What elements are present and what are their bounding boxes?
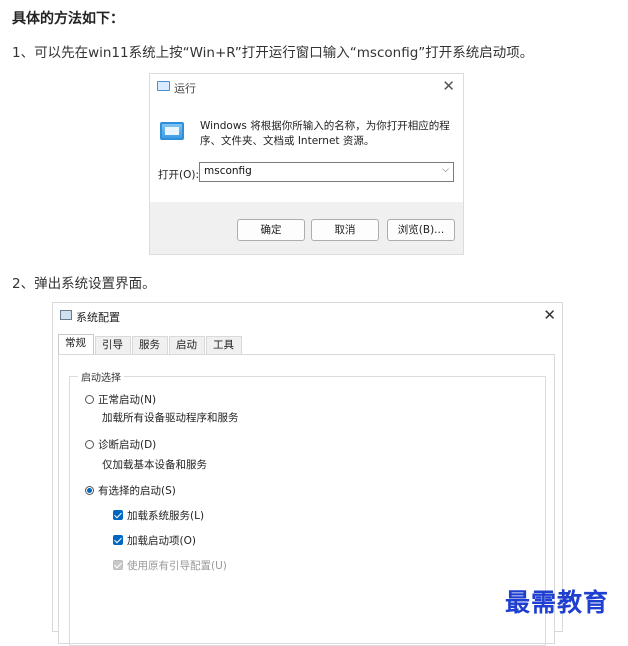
run-title: 运行 [174, 82, 196, 95]
close-icon[interactable]: ✕ [442, 77, 455, 95]
run-body: Windows 将根据你所输入的名称，为你打开相应的程序、文件夹、文档或 Int… [150, 100, 463, 202]
diagnostic-startup-radio[interactable] [85, 440, 94, 449]
step-1-text: 1、可以先在win11系统上按“Win+R”打开运行窗口输入“msconfig”… [12, 45, 534, 61]
diagnostic-startup-desc: 仅加载基本设备和服务 [102, 459, 207, 471]
run-description: Windows 将根据你所输入的名称，为你打开相应的程序、文件夹、文档或 Int… [200, 120, 450, 147]
cancel-button[interactable]: 取消 [311, 219, 379, 241]
watermark-logo: 最需教育 [505, 588, 610, 617]
open-input-value: msconfig [204, 165, 252, 177]
normal-startup-radio[interactable] [85, 395, 94, 404]
tab-boot[interactable]: 引导 [95, 336, 131, 354]
load-startup-items-checkbox[interactable] [113, 535, 123, 545]
load-system-services-checkbox[interactable] [113, 510, 123, 520]
selective-startup-label[interactable]: 有选择的启动(S) [98, 483, 176, 498]
run-dialog: 运行 ✕ Windows 将根据你所输入的名称，为你打开相应的程序、文件夹、文档… [149, 73, 464, 255]
normal-startup-label[interactable]: 正常启动(N) [98, 392, 156, 407]
open-label: 打开(O): [158, 169, 199, 181]
close-icon[interactable]: ✕ [543, 306, 556, 324]
system-config-icon [60, 310, 72, 320]
run-icon [157, 81, 170, 91]
article-heading: 具体的方法如下： [12, 11, 124, 27]
open-input[interactable]: msconfig ⌵ [199, 162, 454, 182]
general-panel: 启动选择 正常启动(N) 加载所有设备驱动程序和服务 诊断启动(D) 仅加载基本… [58, 354, 555, 646]
chevron-down-icon[interactable]: ⌵ [442, 165, 449, 175]
selective-startup-radio[interactable] [85, 486, 94, 495]
startup-selection-group: 启动选择 正常启动(N) 加载所有设备驱动程序和服务 诊断启动(D) 仅加载基本… [69, 369, 546, 646]
ok-button[interactable]: 确定 [237, 219, 305, 241]
normal-startup-desc: 加载所有设备驱动程序和服务 [102, 412, 239, 424]
run-window-icon [160, 122, 184, 140]
use-original-boot-label: 使用原有引导配置(U) [127, 560, 227, 572]
run-titlebar: 运行 ✕ [150, 74, 463, 100]
tab-tools[interactable]: 工具 [206, 336, 242, 354]
tab-general[interactable]: 常规 [58, 334, 94, 354]
tab-startup[interactable]: 启动 [169, 336, 205, 354]
use-original-boot-checkbox [113, 560, 123, 570]
diagnostic-startup-label[interactable]: 诊断启动(D) [98, 437, 156, 452]
config-title: 系统配置 [76, 311, 120, 324]
tab-services[interactable]: 服务 [132, 336, 168, 354]
group-label: 启动选择 [78, 369, 124, 384]
load-startup-items-label[interactable]: 加载启动项(O) [127, 533, 196, 548]
system-config-dialog: 系统配置 ✕ 常规 引导 服务 启动 工具 启动选择 正常启动(N) 加载所有设… [52, 302, 563, 646]
load-system-services-label[interactable]: 加载系统服务(L) [127, 508, 204, 523]
step-2-text: 2、弹出系统设置界面。 [12, 276, 156, 292]
browse-button[interactable]: 浏览(B)... [387, 219, 455, 241]
